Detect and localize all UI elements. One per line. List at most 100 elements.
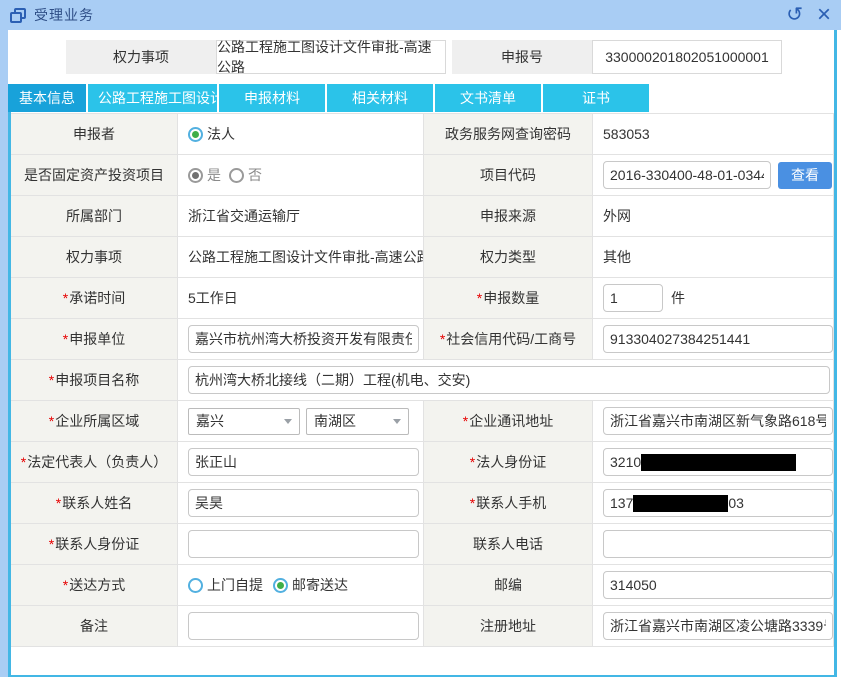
project-name-input[interactable] [188, 366, 830, 394]
chevron-down-icon [393, 419, 401, 424]
titlebar: 受理业务 ↺ × [0, 0, 841, 30]
required-mark: * [470, 454, 475, 470]
declare-unit-input[interactable] [188, 325, 419, 353]
value-registered-address [593, 606, 834, 647]
radio-fixed-asset-no-label: 否 [248, 165, 262, 185]
credit-code-input[interactable] [603, 325, 833, 353]
radio-pickup[interactable] [188, 578, 203, 593]
tab-certificate[interactable]: 证书 [543, 84, 649, 112]
legal-id-input[interactable]: 3210 [603, 448, 833, 476]
contact-mobile-suffix: 03 [728, 495, 744, 511]
radio-legal-person-label: 法人 [207, 124, 235, 144]
label-enterprise-address: *企业通讯地址 [424, 401, 593, 442]
value-delivery-method: 上门自提 邮寄送达 [178, 565, 424, 606]
label-project-code: 项目代码 [424, 155, 593, 196]
label-contact-id: *联系人身份证 [11, 524, 178, 565]
legal-representative-input[interactable] [188, 448, 419, 476]
view-button[interactable]: 查看 [778, 162, 832, 189]
label-registered-address: 注册地址 [424, 606, 593, 647]
label-remark: 备注 [11, 606, 178, 647]
required-mark: * [56, 495, 61, 511]
value-declare-quantity: 件 [593, 278, 834, 319]
value-fixed-asset-project: 是 否 [178, 155, 424, 196]
declare-no-header-value: 330000201802051000001 [592, 40, 782, 74]
contact-id-input[interactable] [188, 530, 419, 558]
required-mark: * [477, 290, 482, 306]
value-credit-code [593, 319, 834, 360]
radio-pickup-label: 上门自提 [207, 575, 263, 595]
tab-document-list[interactable]: 文书清单 [435, 84, 541, 112]
content-panel: 权力事项 公路工程施工图设计文件审批-高速公路 申报号 330000201802… [8, 30, 837, 677]
value-contact-name [178, 483, 424, 524]
label-contact-tel: 联系人电话 [424, 524, 593, 565]
contact-tel-input[interactable] [603, 530, 833, 558]
label-project-name: *申报项目名称 [11, 360, 178, 401]
contact-mobile-input[interactable]: 13703 [603, 489, 833, 517]
power-item-header-value: 公路工程施工图设计文件审批-高速公路 [216, 40, 446, 74]
quantity-unit: 件 [671, 288, 685, 308]
tab-basic-info[interactable]: 基本信息 [8, 84, 86, 112]
value-postcode [593, 565, 834, 606]
tab-highway-construction-drawing[interactable]: 公路工程施工图设计 [88, 84, 217, 112]
value-contact-id [178, 524, 424, 565]
required-mark: * [49, 536, 54, 552]
value-project-code: 查看 [593, 155, 834, 196]
close-icon[interactable]: × [817, 5, 831, 25]
window-title: 受理业务 [34, 5, 94, 25]
value-legal-representative [178, 442, 424, 483]
required-mark: * [470, 495, 475, 511]
radio-fixed-asset-no [229, 168, 244, 183]
value-declarant: 法人 [178, 114, 424, 155]
label-gov-service-password: 政务服务网查询密码 [424, 114, 593, 155]
remark-input[interactable] [188, 612, 419, 640]
registered-address-input[interactable] [603, 612, 833, 640]
panel-border-right [834, 30, 837, 677]
tab-related-materials[interactable]: 相关材料 [327, 84, 433, 112]
city-select[interactable]: 嘉兴 [188, 408, 300, 435]
label-department: 所属部门 [11, 196, 178, 237]
label-delivery-method: *送达方式 [11, 565, 178, 606]
required-mark: * [49, 413, 54, 429]
declare-no-header-label: 申报号 [452, 40, 592, 74]
enterprise-address-input[interactable] [603, 407, 833, 435]
label-contact-mobile: *联系人手机 [424, 483, 593, 524]
radio-legal-person[interactable] [188, 127, 203, 142]
label-legal-representative: *法定代表人（负责人） [11, 442, 178, 483]
contact-name-input[interactable] [188, 489, 419, 517]
label-power-type: 权力类型 [424, 237, 593, 278]
chevron-down-icon [284, 419, 292, 424]
legal-id-prefix: 3210 [610, 454, 641, 470]
required-mark: * [63, 577, 68, 593]
label-declarant: 申报者 [11, 114, 178, 155]
district-select[interactable]: 南湖区 [306, 408, 409, 435]
value-remark [178, 606, 424, 647]
radio-fixed-asset-yes-label: 是 [207, 165, 221, 185]
refresh-icon[interactable]: ↺ [786, 5, 803, 25]
header-strip: 权力事项 公路工程施工图设计文件审批-高速公路 申报号 330000201802… [66, 40, 782, 74]
label-declare-source: 申报来源 [424, 196, 593, 237]
label-contact-name: *联系人姓名 [11, 483, 178, 524]
value-enterprise-region: 嘉兴 南湖区 [178, 401, 424, 442]
city-select-value: 嘉兴 [196, 411, 224, 431]
label-declare-unit: *申报单位 [11, 319, 178, 360]
quantity-input[interactable] [603, 284, 663, 312]
label-legal-id: *法人身份证 [424, 442, 593, 483]
required-mark: * [440, 331, 445, 347]
required-mark: * [49, 372, 54, 388]
radio-mail-delivery[interactable] [273, 578, 288, 593]
label-credit-code: *社会信用代码/工商号 [424, 319, 593, 360]
postcode-input[interactable] [603, 571, 833, 599]
radio-mail-delivery-label: 邮寄送达 [292, 575, 348, 595]
label-fixed-asset-project: 是否固定资产投资项目 [11, 155, 178, 196]
value-contact-tel [593, 524, 834, 565]
value-project-name [178, 360, 834, 401]
left-strip [0, 30, 8, 677]
basic-info-form: 申报者 法人 政务服务网查询密码 583053 是否固定资产投资项目 是 否 项… [11, 113, 834, 647]
label-promise-time: *承诺时间 [11, 278, 178, 319]
required-mark: * [63, 331, 68, 347]
label-enterprise-region: *企业所属区域 [11, 401, 178, 442]
value-enterprise-address [593, 401, 834, 442]
project-code-input[interactable] [603, 161, 771, 189]
tab-declare-materials[interactable]: 申报材料 [219, 84, 325, 112]
value-power-item: 公路工程施工图设计文件审批-高速公路 [178, 237, 424, 278]
